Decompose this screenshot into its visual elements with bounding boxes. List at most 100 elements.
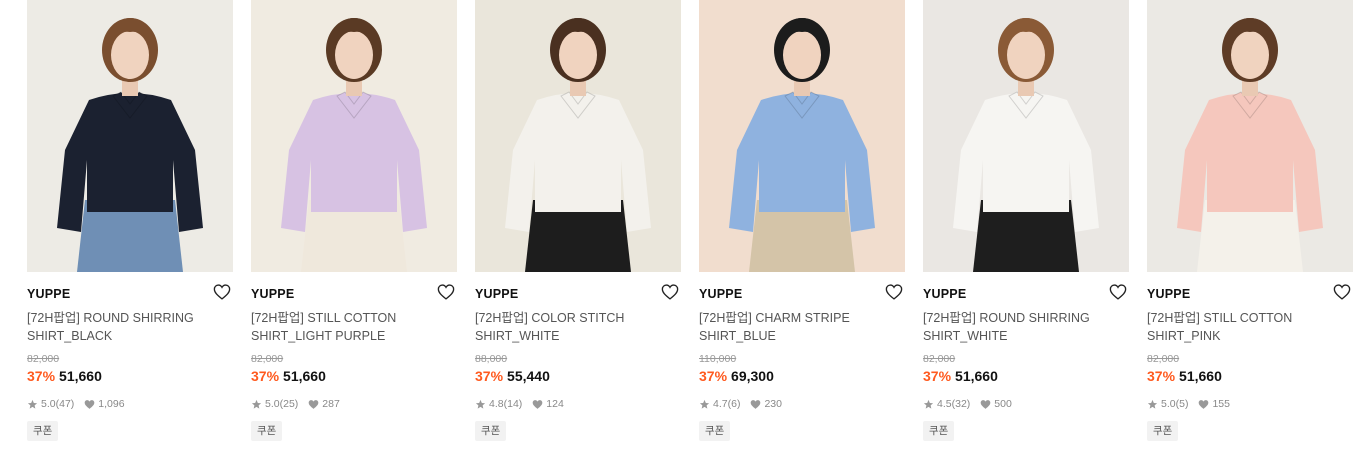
product-card[interactable]: YUPPE [72H팝업] ROUND SHIRRING SHIRT_WHITE … bbox=[923, 0, 1129, 459]
model-photo bbox=[475, 0, 681, 272]
discount-rate: 37% bbox=[923, 368, 952, 384]
product-card[interactable]: YUPPE [72H팝업] ROUND SHIRRING SHIRT_BLACK … bbox=[27, 0, 233, 459]
star-icon bbox=[27, 399, 38, 410]
discount-rate: 37% bbox=[27, 368, 56, 384]
sale-price: 55,440 bbox=[507, 368, 550, 384]
product-stats: 4.8 (14) 124 bbox=[475, 398, 564, 410]
wishlist-heart-icon[interactable] bbox=[661, 284, 679, 300]
price-row: 37% 69,300 bbox=[699, 368, 774, 384]
heart-filled-icon bbox=[980, 399, 991, 410]
product-name-line2[interactable]: SHIRT_WHITE bbox=[923, 329, 1008, 343]
wishlist-heart-icon[interactable] bbox=[885, 284, 903, 300]
like-count: 1,096 bbox=[98, 398, 125, 410]
review-count: (47) bbox=[55, 398, 75, 410]
product-name-line2[interactable]: SHIRT_PINK bbox=[1147, 329, 1220, 343]
star-icon bbox=[923, 399, 934, 410]
rating-value: 5.0 bbox=[41, 398, 56, 410]
star-icon bbox=[699, 399, 710, 410]
brand-name[interactable]: YUPPE bbox=[27, 287, 70, 301]
product-grid: YUPPE [72H팝업] ROUND SHIRRING SHIRT_BLACK … bbox=[0, 0, 1362, 459]
review-count: (5) bbox=[1175, 398, 1189, 410]
product-image[interactable] bbox=[923, 0, 1129, 272]
price-row: 37% 51,660 bbox=[923, 368, 998, 384]
star-icon bbox=[251, 399, 262, 410]
original-price: 82,000 bbox=[923, 353, 956, 365]
product-stats: 5.0 (47) 1,096 bbox=[27, 398, 125, 410]
brand-name[interactable]: YUPPE bbox=[923, 287, 966, 301]
product-image[interactable] bbox=[699, 0, 905, 272]
original-price: 82,000 bbox=[251, 353, 284, 365]
sale-price: 51,660 bbox=[1179, 368, 1222, 384]
review-count: (14) bbox=[503, 398, 523, 410]
product-stats: 4.5 (32) 500 bbox=[923, 398, 1012, 410]
sale-price: 51,660 bbox=[955, 368, 998, 384]
product-image[interactable] bbox=[251, 0, 457, 272]
original-price: 82,000 bbox=[27, 353, 60, 365]
review-count: (6) bbox=[727, 398, 741, 410]
product-name-line1[interactable]: [72H팝업] ROUND SHIRRING bbox=[923, 311, 1090, 325]
discount-rate: 37% bbox=[251, 368, 280, 384]
sale-price: 69,300 bbox=[731, 368, 774, 384]
price-row: 37% 51,660 bbox=[1147, 368, 1222, 384]
brand-name[interactable]: YUPPE bbox=[251, 287, 294, 301]
product-name-line1[interactable]: [72H팝업] CHARM STRIPE bbox=[699, 311, 850, 325]
wishlist-heart-icon[interactable] bbox=[1109, 284, 1127, 300]
product-stats: 5.0 (25) 287 bbox=[251, 398, 340, 410]
coupon-badge: 쿠폰 bbox=[251, 421, 283, 441]
like-count: 155 bbox=[1212, 398, 1230, 410]
product-stats: 5.0 (5) 155 bbox=[1147, 398, 1230, 410]
star-icon bbox=[1147, 399, 1158, 410]
model-photo bbox=[923, 0, 1129, 272]
product-name-line1[interactable]: [72H팝업] STILL COTTON bbox=[251, 311, 396, 325]
product-name-line2[interactable]: SHIRT_LIGHT PURPLE bbox=[251, 329, 385, 343]
review-count: (32) bbox=[951, 398, 971, 410]
model-photo bbox=[1147, 0, 1353, 272]
coupon-badge: 쿠폰 bbox=[1147, 421, 1179, 441]
like-count: 124 bbox=[546, 398, 564, 410]
wishlist-heart-icon[interactable] bbox=[437, 284, 455, 300]
original-price: 88,000 bbox=[475, 353, 508, 365]
brand-name[interactable]: YUPPE bbox=[1147, 287, 1190, 301]
price-row: 37% 51,660 bbox=[251, 368, 326, 384]
product-card[interactable]: YUPPE [72H팝업] COLOR STITCH SHIRT_WHITE 88… bbox=[475, 0, 681, 459]
heart-filled-icon bbox=[750, 399, 761, 410]
product-name-line1[interactable]: [72H팝업] STILL COTTON bbox=[1147, 311, 1292, 325]
rating-value: 5.0 bbox=[1161, 398, 1176, 410]
product-name-line2[interactable]: SHIRT_WHITE bbox=[475, 329, 560, 343]
heart-filled-icon bbox=[1198, 399, 1209, 410]
product-name[interactable]: [72H팝업] STILL COTTON SHIRT_PINK bbox=[1147, 309, 1337, 345]
product-name-line2[interactable]: SHIRT_BLACK bbox=[27, 329, 112, 343]
product-card[interactable]: YUPPE [72H팝업] STILL COTTON SHIRT_PINK 82,… bbox=[1147, 0, 1353, 459]
brand-name[interactable]: YUPPE bbox=[699, 287, 742, 301]
product-name[interactable]: [72H팝업] ROUND SHIRRING SHIRT_WHITE bbox=[923, 309, 1113, 345]
product-name[interactable]: [72H팝업] STILL COTTON SHIRT_LIGHT PURPLE bbox=[251, 309, 441, 345]
review-count: (25) bbox=[279, 398, 299, 410]
product-name[interactable]: [72H팝업] ROUND SHIRRING SHIRT_BLACK bbox=[27, 309, 217, 345]
discount-rate: 37% bbox=[699, 368, 728, 384]
sale-price: 51,660 bbox=[59, 368, 102, 384]
coupon-badge: 쿠폰 bbox=[923, 421, 955, 441]
price-row: 37% 51,660 bbox=[27, 368, 102, 384]
product-card[interactable]: YUPPE [72H팝업] CHARM STRIPE SHIRT_BLUE 110… bbox=[699, 0, 905, 459]
like-count: 287 bbox=[322, 398, 340, 410]
model-photo bbox=[251, 0, 457, 272]
wishlist-heart-icon[interactable] bbox=[213, 284, 231, 300]
heart-filled-icon bbox=[308, 399, 319, 410]
rating-value: 4.7 bbox=[713, 398, 728, 410]
brand-name[interactable]: YUPPE bbox=[475, 287, 518, 301]
product-name[interactable]: [72H팝업] COLOR STITCH SHIRT_WHITE bbox=[475, 309, 665, 345]
product-card[interactable]: YUPPE [72H팝업] STILL COTTON SHIRT_LIGHT PU… bbox=[251, 0, 457, 459]
heart-filled-icon bbox=[532, 399, 543, 410]
product-name-line2[interactable]: SHIRT_BLUE bbox=[699, 329, 776, 343]
wishlist-heart-icon[interactable] bbox=[1333, 284, 1351, 300]
price-row: 37% 55,440 bbox=[475, 368, 550, 384]
product-name[interactable]: [72H팝업] CHARM STRIPE SHIRT_BLUE bbox=[699, 309, 889, 345]
product-image[interactable] bbox=[1147, 0, 1353, 272]
product-image[interactable] bbox=[475, 0, 681, 272]
product-image[interactable] bbox=[27, 0, 233, 272]
star-icon bbox=[475, 399, 486, 410]
product-name-line1[interactable]: [72H팝업] COLOR STITCH bbox=[475, 311, 624, 325]
rating-value: 5.0 bbox=[265, 398, 280, 410]
product-name-line1[interactable]: [72H팝업] ROUND SHIRRING bbox=[27, 311, 194, 325]
sale-price: 51,660 bbox=[283, 368, 326, 384]
